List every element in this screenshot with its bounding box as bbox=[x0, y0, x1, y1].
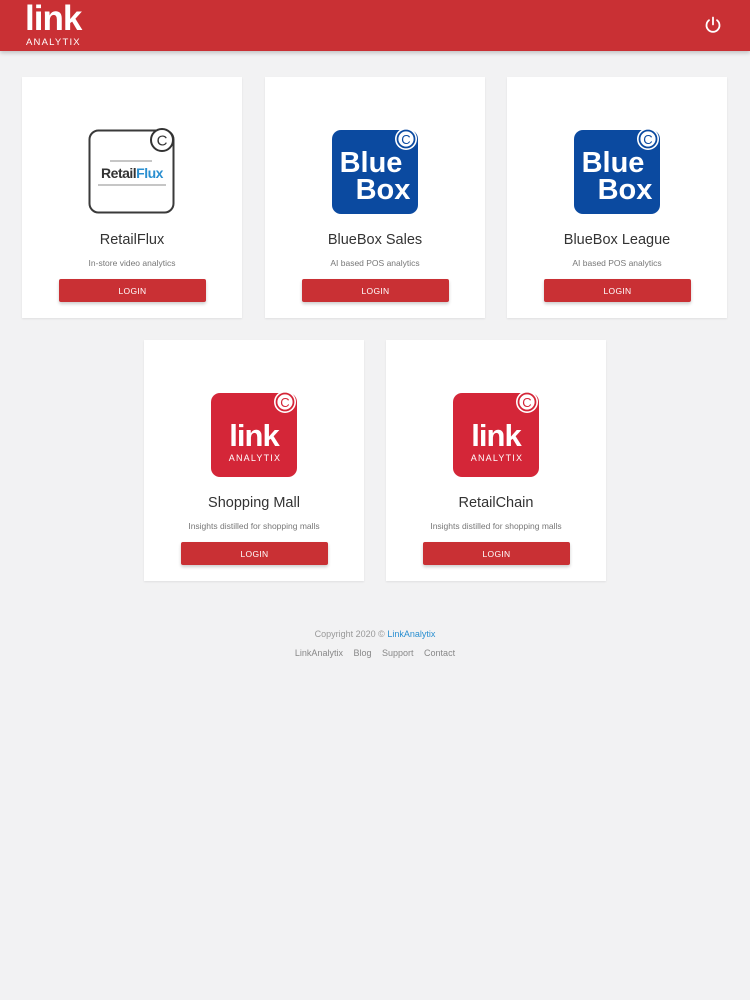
footer-link-contact[interactable]: Contact bbox=[424, 648, 455, 658]
card-title: BlueBox League bbox=[563, 232, 671, 248]
brand-logo-subtext: ANALYTIX bbox=[26, 37, 81, 48]
product-card-retailchain: link ANALYTIX C RetailChain Insights dis… bbox=[386, 340, 606, 581]
product-card-shopping-mall: link ANALYTIX C Shopping Mall Insights d… bbox=[144, 340, 364, 581]
card-title: BlueBox Sales bbox=[327, 232, 423, 248]
login-button-bluebox-league[interactable]: LOGIN bbox=[544, 279, 691, 302]
bluebox-logo: Blue Box C bbox=[574, 128, 660, 214]
login-button-retailflux[interactable]: LOGIN bbox=[59, 279, 206, 302]
brand-logo-text: link bbox=[25, 0, 82, 38]
link-logo-subtext: ANALYTIX bbox=[471, 453, 523, 463]
card-subtitle: AI based POS analytics bbox=[572, 258, 662, 268]
product-card-bluebox-sales: Blue Box C BlueBox Sales AI based POS an… bbox=[265, 77, 485, 318]
svg-text:C: C bbox=[401, 132, 410, 147]
copyright-text: Copyright 2020 © bbox=[314, 629, 385, 639]
footer-link-support[interactable]: Support bbox=[382, 648, 414, 658]
link-logo-text: link bbox=[229, 418, 280, 453]
svg-text:C: C bbox=[157, 133, 168, 150]
retailflux-logo-text-b: Flux bbox=[136, 165, 163, 181]
footer-copyright: Copyright 2020 © LinkAnalytix bbox=[0, 629, 750, 639]
top-bar: link ANALYTIX bbox=[0, 0, 750, 51]
svg-text:RetailFlux: RetailFlux bbox=[101, 165, 164, 181]
product-card-bluebox-league: Blue Box C BlueBox League AI based POS a… bbox=[507, 77, 727, 318]
login-button-bluebox-sales[interactable]: LOGIN bbox=[302, 279, 449, 302]
bluebox-logo-text-b: Box bbox=[356, 174, 411, 206]
retailflux-logo-text-a: Retail bbox=[101, 165, 136, 181]
link-analytix-logo: link ANALYTIX C bbox=[211, 391, 297, 477]
bluebox-logo-text-b: Box bbox=[598, 174, 653, 206]
retailflux-logo: RetailFlux C bbox=[88, 128, 175, 214]
footer-link-linkanalytix[interactable]: LinkAnalytix bbox=[295, 648, 343, 658]
link-logo-subtext: ANALYTIX bbox=[229, 453, 281, 463]
svg-text:C: C bbox=[280, 395, 289, 410]
svg-text:C: C bbox=[522, 395, 531, 410]
card-subtitle: Insights distilled for shopping malls bbox=[188, 521, 320, 531]
footer-links: LinkAnalytix Blog Support Contact bbox=[0, 648, 750, 658]
login-button-retailchain[interactable]: LOGIN bbox=[423, 542, 570, 565]
product-card-retailflux: RetailFlux C RetailFlux In-store video a… bbox=[22, 77, 242, 318]
card-title: Shopping Mall bbox=[208, 495, 300, 511]
card-subtitle: Insights distilled for shopping malls bbox=[430, 521, 562, 531]
card-title: RetailFlux bbox=[99, 232, 165, 248]
power-icon[interactable] bbox=[702, 14, 724, 36]
link-analytix-logo: link ANALYTIX C bbox=[453, 391, 539, 477]
copyright-link[interactable]: LinkAnalytix bbox=[387, 629, 435, 639]
footer-link-blog[interactable]: Blog bbox=[353, 648, 371, 658]
card-title: RetailChain bbox=[458, 495, 534, 511]
link-logo-text: link bbox=[471, 418, 522, 453]
card-subtitle: In-store video analytics bbox=[88, 258, 176, 268]
login-button-shopping-mall[interactable]: LOGIN bbox=[181, 542, 328, 565]
bluebox-logo: Blue Box C bbox=[332, 128, 418, 214]
brand-logo[interactable]: link ANALYTIX bbox=[25, 0, 87, 48]
card-subtitle: AI based POS analytics bbox=[330, 258, 420, 268]
svg-text:C: C bbox=[643, 132, 652, 147]
